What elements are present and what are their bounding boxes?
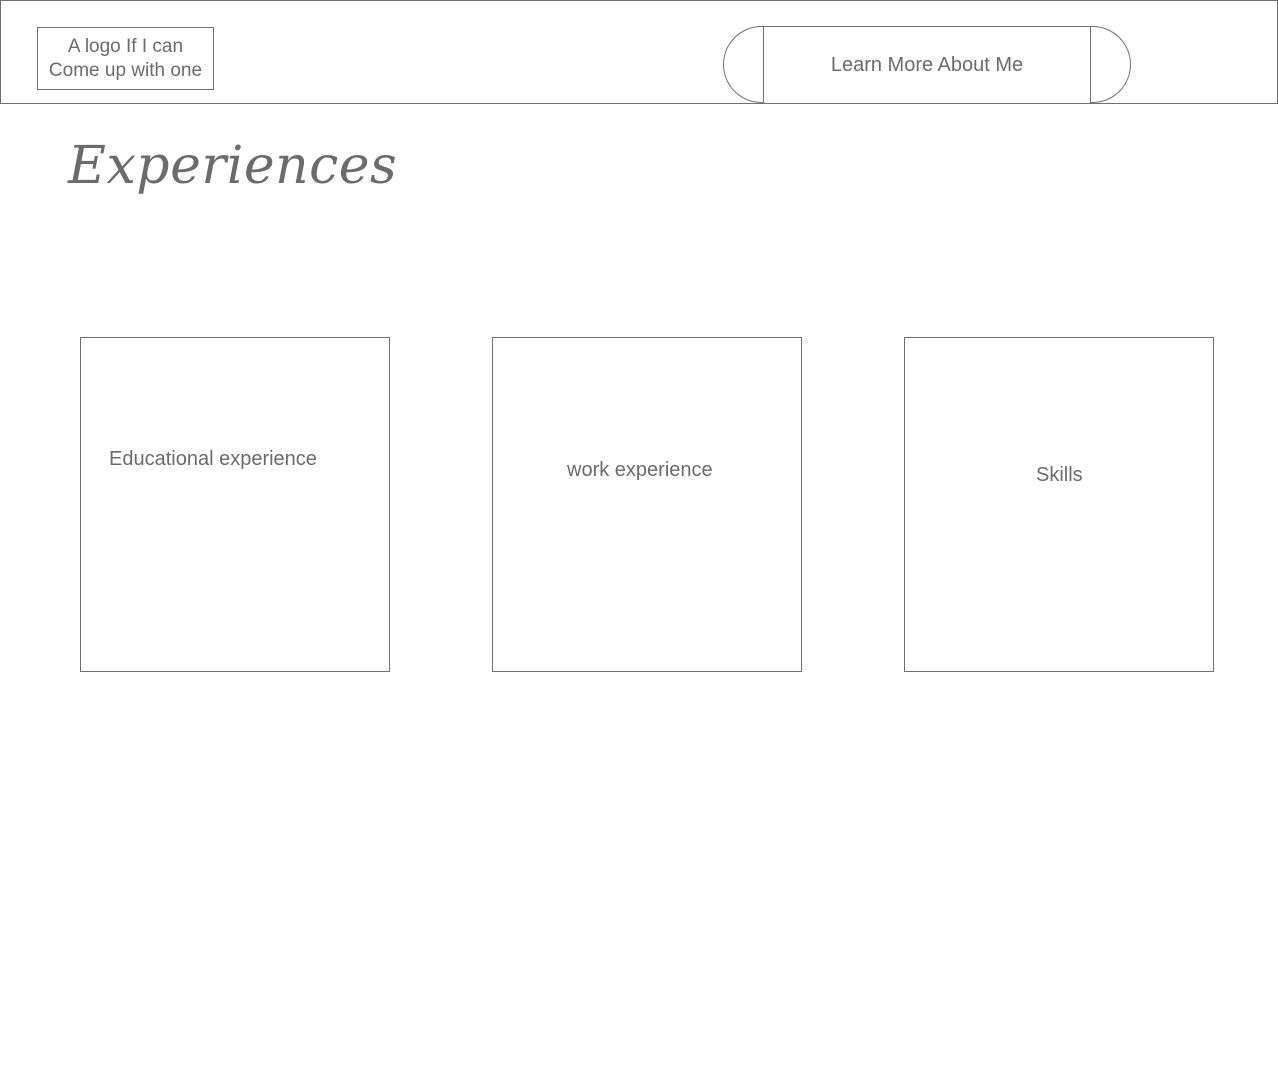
logo-text-line-2: Come up with one: [48, 59, 203, 81]
educational-experience-card[interactable]: Educational experience: [80, 337, 390, 672]
logo-placeholder[interactable]: A logo If I can Come up with one: [37, 27, 214, 90]
work-experience-card[interactable]: work experience: [492, 337, 802, 672]
card-label: work experience: [567, 459, 713, 481]
skills-card[interactable]: Skills: [904, 337, 1214, 672]
card-label: Educational experience: [109, 448, 317, 470]
card-label: Skills: [1036, 464, 1083, 486]
page-title: Experiences: [68, 136, 398, 196]
logo-text-line-1: A logo If I can: [67, 35, 184, 57]
learn-more-button[interactable]: Learn More About Me: [763, 26, 1091, 103]
